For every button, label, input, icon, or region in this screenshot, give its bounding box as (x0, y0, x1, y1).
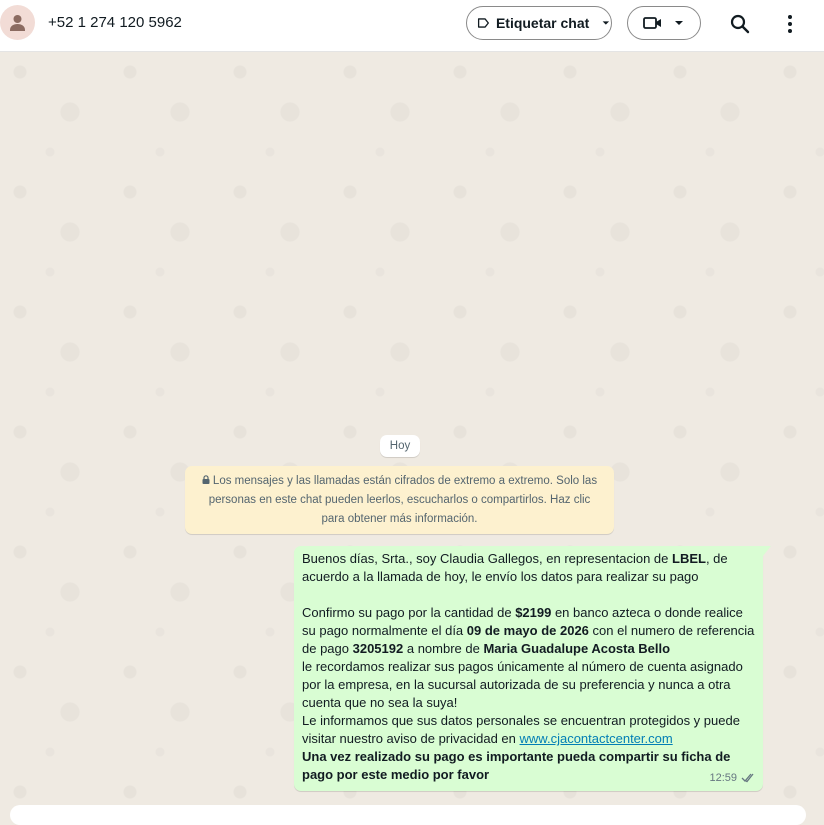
message-meta: 12:59 (709, 769, 755, 787)
privacy-link[interactable]: www.cjacontactcenter.com (520, 731, 673, 746)
chat-header: +52 1 274 120 5962 Etiquetar chat (0, 0, 824, 52)
message-paragraph-1: Buenos días, Srta., soy Claudia Gallegos… (302, 551, 728, 584)
message-paragraph-4: Le informamos que sus datos personales s… (302, 713, 740, 746)
more-vertical-icon (788, 15, 792, 33)
video-camera-icon (643, 17, 661, 29)
lock-icon (202, 475, 210, 484)
message-paragraph-2: Confirmo su pago por la cantidad de $219… (302, 605, 755, 656)
contact-name[interactable]: +52 1 274 120 5962 (48, 14, 182, 31)
message-paragraph-5: Una vez realizado su pago es importante … (302, 749, 731, 782)
chevron-down-icon (602, 21, 610, 25)
chat-panel[interactable]: Hoy Los mensajes y las llamadas están ci… (0, 52, 824, 815)
message-composer[interactable] (10, 805, 806, 825)
payment-amount: $2199 (515, 605, 552, 620)
message-paragraph-3: le recordamos realizar sus pagos únicame… (302, 659, 743, 710)
chevron-down-icon (675, 21, 683, 25)
payment-reference: 3205192 (352, 641, 404, 656)
brand-name: LBEL (672, 551, 706, 566)
date-chip: Hoy (380, 435, 420, 457)
person-icon (10, 15, 25, 31)
search-icon (730, 14, 750, 34)
payee-name: Maria Guadalupe Acosta Bello (483, 641, 671, 656)
label-chat-button[interactable]: Etiquetar chat (466, 6, 612, 40)
label-chat-label: Etiquetar chat (495, 15, 590, 31)
encryption-text: Los mensajes y las llamadas están cifrad… (208, 475, 598, 525)
double-check-icon (741, 773, 754, 783)
video-call-button[interactable] (627, 6, 701, 40)
search-button[interactable] (728, 12, 752, 36)
encryption-notice[interactable]: Los mensajes y las llamadas están cifrad… (185, 466, 614, 534)
label-tag-icon (477, 18, 489, 28)
contact-avatar[interactable] (0, 5, 35, 40)
message-time: 12:59 (709, 772, 737, 784)
payment-date: 09 de mayo de 2026 (466, 623, 589, 638)
bubble-tail (763, 546, 771, 556)
outgoing-message[interactable]: Buenos días, Srta., soy Claudia Gallegos… (294, 546, 763, 791)
menu-button[interactable] (780, 12, 800, 36)
